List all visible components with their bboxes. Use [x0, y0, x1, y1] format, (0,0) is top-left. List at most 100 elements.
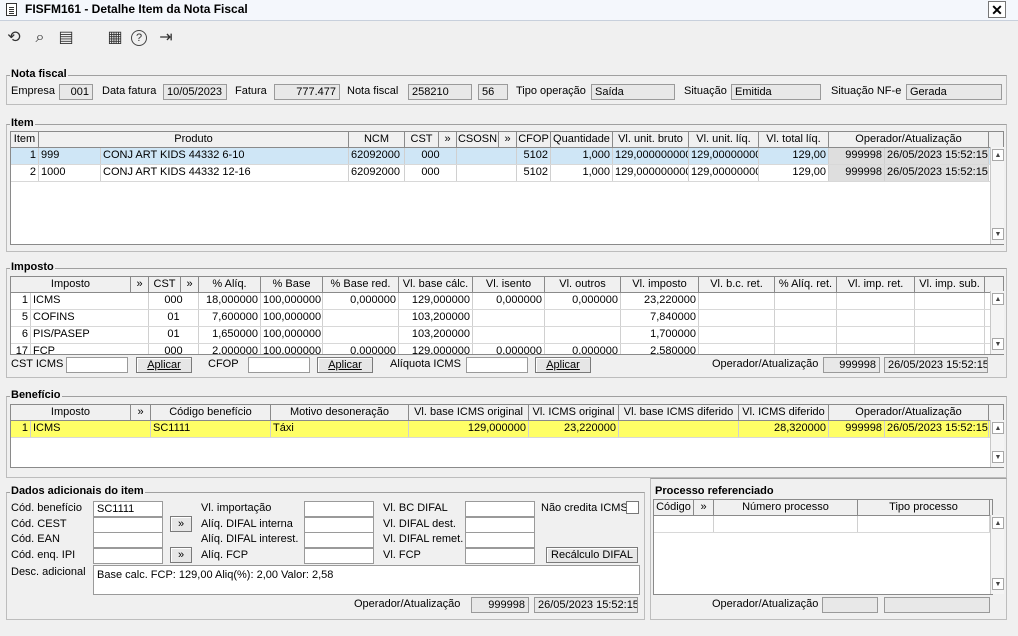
close-button[interactable]: ✕: [988, 1, 1006, 18]
exit-icon[interactable]: ⇥: [157, 29, 175, 47]
aplicar-cst-button[interactable]: Aplicar: [136, 357, 192, 373]
empresa-field[interactable]: 001: [59, 84, 93, 100]
scroll-down-icon[interactable]: ▼: [992, 578, 1004, 590]
calendar-icon[interactable]: ▦: [106, 29, 124, 47]
col-csosn[interactable]: CSOSN: [457, 132, 499, 147]
table-row[interactable]: 2 1000 CONJ ART KIDS 44332 12-16 6209200…: [11, 165, 1003, 182]
data-fatura-field[interactable]: 10/05/2023: [163, 84, 227, 100]
col-csosn-lookup[interactable]: »: [499, 132, 517, 147]
cod-beneficio-input[interactable]: SC1111: [93, 501, 163, 517]
col-vl-total-liq[interactable]: Vl. total líq.: [759, 132, 829, 147]
desc-adicional-textarea[interactable]: Base calc. FCP: 129,00 Aliq(%): 2,00 Val…: [93, 565, 640, 595]
col-vl-imposto[interactable]: Vl. imposto: [621, 277, 699, 292]
scroll-up-icon[interactable]: ▲: [992, 422, 1004, 434]
col-imposto[interactable]: Imposto: [11, 277, 131, 292]
col-cst-lookup[interactable]: »: [439, 132, 457, 147]
situacao-field[interactable]: Emitida: [731, 84, 821, 100]
col-vl-base-calc[interactable]: Vl. base cálc.: [399, 277, 473, 292]
nao-credita-icms-checkbox[interactable]: [626, 501, 639, 514]
col-vl-bc-ret[interactable]: Vl. b.c. ret.: [699, 277, 775, 292]
table-row[interactable]: 17 FCP 000 2,000000 100,000000 0,000000 …: [11, 344, 1003, 354]
serie-field[interactable]: 56: [478, 84, 508, 100]
scroll-down-icon[interactable]: ▼: [992, 228, 1004, 240]
vl-importacao-input[interactable]: [304, 501, 374, 517]
col-codigo-beneficio[interactable]: Código benefício: [151, 405, 271, 420]
col-produto[interactable]: Produto: [39, 132, 349, 147]
col-motivo[interactable]: Motivo desoneração: [271, 405, 409, 420]
situacao-nfe-field[interactable]: Gerada: [906, 84, 1002, 100]
col-operador[interactable]: Operador/Atualização: [829, 405, 989, 420]
cell-vl-imp-sub: [915, 327, 985, 343]
item-scrollbar[interactable]: ▲ ▼: [990, 147, 1004, 244]
table-row[interactable]: 1 ICMS 000 18,000000 100,000000 0,000000…: [11, 293, 1003, 310]
col-base[interactable]: % Base: [261, 277, 323, 292]
scroll-up-icon[interactable]: ▲: [992, 149, 1004, 161]
imposto-scrollbar[interactable]: ▲ ▼: [990, 291, 1004, 354]
col-cst[interactable]: CST: [149, 277, 181, 292]
col-vl-imp-sub[interactable]: Vl. imp. sub.: [915, 277, 985, 292]
aplicar-aliquota-button[interactable]: Aplicar: [535, 357, 591, 373]
col-aliq[interactable]: % Alíq.: [199, 277, 261, 292]
scroll-down-icon[interactable]: ▼: [992, 451, 1004, 463]
scroll-up-icon[interactable]: ▲: [992, 293, 1004, 305]
col-codigo[interactable]: Código: [654, 500, 694, 515]
table-row[interactable]: 5 COFINS 01 7,600000 100,000000 103,2000…: [11, 310, 1003, 327]
vl-bc-difal-input[interactable]: [465, 501, 535, 517]
col-imposto-lookup[interactable]: »: [131, 277, 149, 292]
aliq-fcp-input[interactable]: [304, 548, 374, 564]
help-icon[interactable]: ?: [131, 30, 147, 46]
col-base-red[interactable]: % Base red.: [323, 277, 399, 292]
cfop-input[interactable]: [248, 357, 310, 373]
col-item[interactable]: Item: [11, 132, 39, 147]
col-cst-lookup[interactable]: »: [181, 277, 199, 292]
cst-icms-input[interactable]: [66, 357, 128, 373]
scroll-up-icon[interactable]: ▲: [992, 517, 1004, 529]
table-row[interactable]: [654, 516, 992, 533]
tipo-operacao-field[interactable]: Saída: [591, 84, 675, 100]
col-codigo-lookup[interactable]: »: [694, 500, 714, 515]
vl-difal-dest-input[interactable]: [465, 517, 535, 533]
beneficio-scrollbar[interactable]: ▲ ▼: [990, 420, 1004, 467]
col-tipo-processo[interactable]: Tipo processo: [858, 500, 990, 515]
fatura-field[interactable]: 777.477: [274, 84, 340, 100]
col-vl-icms-diferido[interactable]: Vl. ICMS diferido: [739, 405, 829, 420]
difal-interest-input[interactable]: [304, 532, 374, 548]
recalculo-difal-button[interactable]: Recálculo DIFAL: [546, 547, 638, 563]
col-quantidade[interactable]: Quantidade: [551, 132, 613, 147]
table-row[interactable]: 1 ICMS SC1111 Táxi 129,000000 23,220000 …: [11, 421, 1003, 438]
col-imposto[interactable]: Imposto: [11, 405, 131, 420]
col-aliq-ret[interactable]: % Alíq. ret.: [775, 277, 837, 292]
vl-difal-remet-input[interactable]: [465, 532, 535, 548]
difal-interna-input[interactable]: [304, 517, 374, 533]
cod-enq-ipi-input[interactable]: [93, 548, 163, 564]
save-icon[interactable]: ▤: [57, 29, 75, 47]
aliquota-icms-input[interactable]: [466, 357, 528, 373]
table-row[interactable]: 6 PIS/PASEP 01 1,650000 100,000000 103,2…: [11, 327, 1003, 344]
refresh-icon[interactable]: ⟲: [5, 29, 23, 47]
nota-fiscal-field[interactable]: 258210: [408, 84, 472, 100]
col-vl-unit-bruto[interactable]: Vl. unit. bruto: [613, 132, 689, 147]
vl-fcp-input[interactable]: [465, 548, 535, 564]
col-cfop[interactable]: CFOP: [517, 132, 551, 147]
col-imposto-lookup[interactable]: »: [131, 405, 151, 420]
col-vl-icms-original[interactable]: Vl. ICMS original: [529, 405, 619, 420]
col-vl-base-diferido[interactable]: Vl. base ICMS diferido: [619, 405, 739, 420]
scroll-down-icon[interactable]: ▼: [992, 338, 1004, 350]
col-vl-unit-liq[interactable]: Vl. unit. líq.: [689, 132, 759, 147]
processo-scrollbar[interactable]: ▲ ▼: [990, 515, 1004, 594]
table-row[interactable]: 1 999 CONJ ART KIDS 44332 6-10 62092000 …: [11, 148, 1003, 165]
col-numero-processo[interactable]: Número processo: [714, 500, 858, 515]
aplicar-cfop-button[interactable]: Aplicar: [317, 357, 373, 373]
col-vl-imp-ret[interactable]: Vl. imp. ret.: [837, 277, 915, 292]
cest-lookup-button[interactable]: »: [170, 516, 192, 532]
col-vl-isento[interactable]: Vl. isento: [473, 277, 545, 292]
col-vl-outros[interactable]: Vl. outros: [545, 277, 621, 292]
search-icon[interactable]: ⌕: [31, 29, 49, 47]
enq-ipi-lookup-button[interactable]: »: [170, 547, 192, 563]
col-cst[interactable]: CST: [405, 132, 439, 147]
cod-ean-input[interactable]: [93, 532, 163, 548]
col-ncm[interactable]: NCM: [349, 132, 405, 147]
cod-cest-input[interactable]: [93, 517, 163, 533]
col-operador[interactable]: Operador/Atualização: [829, 132, 989, 147]
col-vl-base-original[interactable]: Vl. base ICMS original: [409, 405, 529, 420]
